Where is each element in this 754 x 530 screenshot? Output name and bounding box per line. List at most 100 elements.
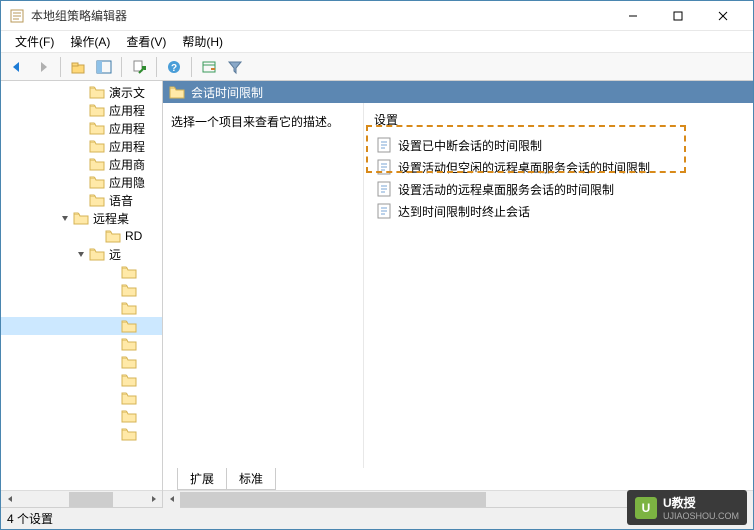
tab-extended[interactable]: 扩展 bbox=[177, 468, 227, 490]
tree-item[interactable]: 应用程 bbox=[1, 101, 162, 119]
status-text: 4 个设置 bbox=[7, 510, 53, 527]
tree-item-label: 语音 bbox=[109, 192, 133, 209]
setting-item[interactable]: 设置活动但空闲的远程桌面服务会话的时间限制 bbox=[372, 156, 745, 178]
folder-icon bbox=[89, 247, 105, 261]
setting-item[interactable]: 设置活动的远程桌面服务会话的时间限制 bbox=[372, 178, 745, 200]
setting-item-label: 设置已中断会话的时间限制 bbox=[398, 137, 542, 154]
policy-icon bbox=[376, 203, 392, 219]
folder-icon bbox=[121, 355, 137, 369]
tree-item[interactable]: 应用商 bbox=[1, 155, 162, 173]
tree-item[interactable]: 远程桌 bbox=[1, 209, 162, 227]
policy-icon bbox=[376, 159, 392, 175]
folder-icon bbox=[89, 139, 105, 153]
setting-item-label: 设置活动的远程桌面服务会话的时间限制 bbox=[398, 181, 614, 198]
toolbar-separator bbox=[191, 57, 192, 77]
tree-item-label: 远程桌 bbox=[93, 210, 129, 227]
folder-icon bbox=[89, 85, 105, 99]
expander-icon[interactable] bbox=[57, 213, 73, 223]
scroll-left-icon[interactable] bbox=[163, 491, 180, 508]
tree-item[interactable]: 远 bbox=[1, 245, 162, 263]
tree-item-label: RD bbox=[125, 229, 142, 243]
tree-item[interactable]: 应用隐 bbox=[1, 173, 162, 191]
svg-text:?: ? bbox=[171, 63, 177, 74]
content-header: 会话时间限制 bbox=[163, 81, 753, 103]
app-icon bbox=[9, 8, 25, 24]
tab-standard[interactable]: 标准 bbox=[226, 468, 276, 490]
folder-icon bbox=[121, 265, 137, 279]
folder-icon bbox=[105, 229, 121, 243]
tree-item[interactable] bbox=[1, 353, 162, 371]
forward-button[interactable] bbox=[31, 55, 55, 79]
tree-item[interactable] bbox=[1, 299, 162, 317]
tree-item-label: 应用程 bbox=[109, 138, 145, 155]
policy-icon bbox=[376, 137, 392, 153]
all-settings-button[interactable] bbox=[197, 55, 221, 79]
filter-button[interactable] bbox=[223, 55, 247, 79]
tree-item[interactable]: 语音 bbox=[1, 191, 162, 209]
toolbar-separator bbox=[121, 57, 122, 77]
tree-item-label: 远 bbox=[109, 246, 121, 263]
tree-item[interactable] bbox=[1, 407, 162, 425]
folder-icon bbox=[121, 337, 137, 351]
folder-icon bbox=[121, 319, 137, 333]
folder-icon bbox=[73, 211, 89, 225]
watermark-brand: U教授 bbox=[663, 494, 739, 511]
folder-icon bbox=[89, 103, 105, 117]
setting-item[interactable]: 设置已中断会话的时间限制 bbox=[372, 134, 745, 156]
tree-item[interactable] bbox=[1, 371, 162, 389]
export-button[interactable] bbox=[127, 55, 151, 79]
watermark-url: UJIAOSHOU.COM bbox=[663, 511, 739, 521]
folder-icon bbox=[121, 283, 137, 297]
window-title: 本地组策略编辑器 bbox=[31, 7, 610, 24]
tree-pane[interactable]: 演示文应用程应用程应用程应用商应用隐语音远程桌RD远 bbox=[1, 81, 163, 507]
policy-icon bbox=[376, 181, 392, 197]
toolbar-separator bbox=[60, 57, 61, 77]
toolbar-separator bbox=[156, 57, 157, 77]
settings-column-header: 设置 bbox=[372, 109, 745, 134]
setting-item-label: 设置活动但空闲的远程桌面服务会话的时间限制 bbox=[398, 159, 650, 176]
description-text: 选择一个项目来查看它的描述。 bbox=[171, 113, 355, 130]
expander-icon[interactable] bbox=[73, 249, 89, 259]
help-button[interactable]: ? bbox=[162, 55, 186, 79]
menu-action[interactable]: 操作(A) bbox=[62, 31, 118, 52]
folder-icon bbox=[169, 85, 185, 99]
back-button[interactable] bbox=[5, 55, 29, 79]
minimize-button[interactable] bbox=[610, 2, 655, 30]
tree-item[interactable] bbox=[1, 425, 162, 443]
tree-item[interactable]: 演示文 bbox=[1, 83, 162, 101]
setting-item[interactable]: 达到时间限制时终止会话 bbox=[372, 200, 745, 222]
tree-item-label: 应用商 bbox=[109, 156, 145, 173]
tree-item[interactable]: RD bbox=[1, 227, 162, 245]
folder-icon bbox=[89, 157, 105, 171]
folder-icon bbox=[89, 193, 105, 207]
menu-file[interactable]: 文件(F) bbox=[7, 31, 62, 52]
folder-icon bbox=[121, 301, 137, 315]
folder-icon bbox=[89, 175, 105, 189]
show-hide-tree-button[interactable] bbox=[92, 55, 116, 79]
tree-item[interactable] bbox=[1, 263, 162, 281]
scroll-right-icon[interactable] bbox=[145, 491, 162, 508]
tree-item-label: 应用程 bbox=[109, 120, 145, 137]
tree-item[interactable] bbox=[1, 281, 162, 299]
scroll-left-icon[interactable] bbox=[1, 491, 18, 508]
folder-icon bbox=[89, 121, 105, 135]
content-header-title: 会话时间限制 bbox=[191, 84, 263, 101]
close-button[interactable] bbox=[700, 2, 745, 30]
tree-item[interactable] bbox=[1, 335, 162, 353]
tree-item[interactable]: 应用程 bbox=[1, 137, 162, 155]
up-button[interactable] bbox=[66, 55, 90, 79]
maximize-button[interactable] bbox=[655, 2, 700, 30]
folder-icon bbox=[121, 373, 137, 387]
tree-item[interactable] bbox=[1, 317, 162, 335]
tree-item[interactable] bbox=[1, 389, 162, 407]
tree-item-label: 应用程 bbox=[109, 102, 145, 119]
setting-item-label: 达到时间限制时终止会话 bbox=[398, 203, 530, 220]
tree-horizontal-scrollbar[interactable] bbox=[1, 490, 162, 507]
tree-item-label: 演示文 bbox=[109, 84, 145, 101]
tree-item[interactable]: 应用程 bbox=[1, 119, 162, 137]
menu-help[interactable]: 帮助(H) bbox=[174, 31, 231, 52]
folder-icon bbox=[121, 427, 137, 441]
folder-icon bbox=[121, 409, 137, 423]
menu-view[interactable]: 查看(V) bbox=[118, 31, 174, 52]
folder-icon bbox=[121, 391, 137, 405]
